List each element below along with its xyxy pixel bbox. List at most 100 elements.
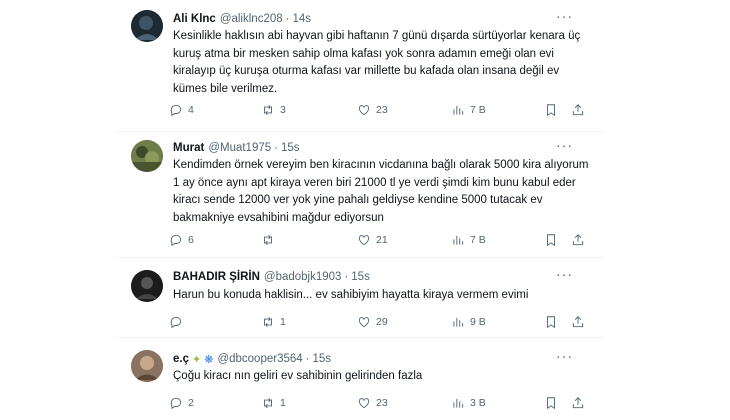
repost-icon	[264, 317, 272, 327]
reply-button[interactable]: 6	[169, 231, 194, 249]
repost-button[interactable]: 3	[261, 101, 286, 119]
share-button[interactable]	[571, 231, 585, 249]
views-icon	[453, 105, 464, 115]
repost-count: 3	[280, 104, 286, 116]
timestamp[interactable]: 15s	[281, 142, 300, 154]
separator: ·	[274, 142, 278, 154]
tweet-feed: Ali Klnc @aliklnc208 · 14s ··· Kesinlikl…	[117, 0, 603, 420]
like-count: 23	[376, 104, 388, 116]
repost-button[interactable]	[261, 231, 280, 249]
reply-count: 6	[188, 234, 194, 246]
user-name[interactable]: e.ç	[173, 353, 189, 365]
bookmark-icon	[547, 397, 555, 410]
like-button[interactable]: 21	[357, 231, 388, 249]
like-button[interactable]: 23	[357, 394, 388, 412]
bookmark-button[interactable]	[544, 394, 558, 412]
tweet-text: Kesinlikle haklısın abi hayvan gibi haft…	[173, 30, 581, 95]
like-count: 21	[376, 234, 388, 246]
timestamp[interactable]: 14s	[292, 13, 311, 25]
views-button[interactable]: 9 B	[451, 313, 486, 331]
tweet-1[interactable]: Ali Klnc @aliklnc208 · 14s ··· Kesinlikl…	[117, 0, 603, 132]
repost-count: 1	[280, 316, 286, 328]
like-count: 29	[376, 316, 388, 328]
user-handle[interactable]: @dbcooper3564	[217, 353, 302, 365]
user-handle[interactable]: @Muat1975	[208, 142, 271, 154]
views-button[interactable]: 3 B	[451, 394, 486, 412]
reply-icon	[170, 397, 182, 410]
tweet-header: e.ç ✦ ❋ @dbcooper3564 · 15s ···	[173, 349, 591, 367]
user-name[interactable]: Murat	[173, 142, 204, 154]
views-count: 7 B	[470, 234, 486, 246]
views-count: 7 B	[470, 104, 486, 116]
reply-button[interactable]: 4	[169, 101, 194, 119]
like-button[interactable]: 23	[357, 101, 388, 119]
tweet-text: Harun bu konuda haklisin... ev sahibiyim…	[173, 289, 529, 301]
tweet-2[interactable]: Murat @Muat1975 · 15s ··· Kendimden örne…	[117, 132, 603, 258]
tweet-header: Ali Klnc @aliklnc208 · 14s ···	[173, 9, 591, 27]
share-icon	[572, 104, 584, 116]
views-count: 9 B	[470, 316, 486, 328]
like-count: 23	[376, 397, 388, 409]
tweet-header: Murat @Muat1975 · 15s ···	[173, 138, 591, 156]
avatar[interactable]	[131, 270, 163, 302]
user-handle[interactable]: @aliklnc208	[220, 13, 283, 25]
views-button[interactable]: 7 B	[451, 231, 486, 249]
avatar[interactable]	[131, 350, 163, 382]
bookmark-button[interactable]	[544, 101, 558, 119]
views-icon	[453, 398, 464, 408]
share-icon	[572, 234, 584, 246]
share-icon	[572, 316, 584, 328]
repost-icon	[264, 398, 272, 408]
share-button[interactable]	[571, 313, 585, 331]
user-name[interactable]: BAHADIR ŞİRİN	[173, 271, 260, 283]
reply-button[interactable]	[169, 313, 188, 331]
reply-count: 2	[188, 397, 194, 409]
user-name[interactable]: Ali Klnc	[173, 13, 216, 25]
tweet-text: Çoğu kiracı nın geliri ev sahibinin geli…	[173, 370, 423, 382]
tweet-text: Kendimden örnek vereyim ben kiracının vi…	[173, 159, 589, 224]
repost-icon	[264, 235, 272, 245]
tweet-3[interactable]: BAHADIR ŞİRİN @badobjk1903 · 15s ··· Har…	[117, 258, 603, 338]
avatar[interactable]	[131, 140, 163, 172]
repost-icon	[264, 105, 272, 115]
reply-icon	[170, 104, 182, 117]
timestamp[interactable]: 15s	[313, 353, 332, 365]
separator: ·	[305, 353, 310, 365]
tweet-actions: 2 1 23 3 B	[169, 394, 589, 412]
bookmark-button[interactable]	[544, 231, 558, 249]
share-icon	[572, 397, 584, 409]
repost-count: 1	[280, 397, 286, 409]
reply-icon	[170, 234, 182, 247]
timestamp[interactable]: 15s	[351, 271, 370, 283]
tweet-4[interactable]: e.ç ✦ ❋ @dbcooper3564 · 15s ··· Çoğu kir…	[117, 338, 603, 420]
more-dots-icon[interactable]: ···	[556, 267, 573, 281]
butterfly-emoji: ❋	[204, 353, 214, 366]
bookmark-icon	[547, 104, 555, 117]
tweet-actions: 4 3 23 7 B	[169, 101, 589, 119]
reply-count: 4	[188, 104, 194, 116]
heart-icon	[358, 235, 370, 246]
tweet-actions: 1 29 9 B	[169, 313, 589, 331]
more-dots-icon[interactable]: ···	[556, 138, 573, 152]
repost-button[interactable]: 1	[261, 313, 286, 331]
separator: ·	[285, 13, 290, 25]
avatar[interactable]	[131, 10, 163, 42]
more-dots-icon[interactable]: ···	[556, 9, 573, 23]
heart-icon	[358, 398, 370, 409]
repost-button[interactable]: 1	[261, 394, 286, 412]
bookmark-button[interactable]	[544, 313, 558, 331]
reply-icon	[170, 316, 182, 329]
share-button[interactable]	[571, 101, 585, 119]
reply-button[interactable]: 2	[169, 394, 194, 412]
like-button[interactable]: 29	[357, 313, 388, 331]
user-handle[interactable]: @badobjk1903	[264, 271, 342, 283]
bookmark-icon	[547, 234, 555, 247]
share-button[interactable]	[571, 394, 585, 412]
more-dots-icon[interactable]: ···	[556, 349, 573, 363]
tweet-actions: 6 21 7 B	[169, 231, 589, 249]
separator: ·	[344, 271, 349, 283]
sparkle-leaf-emoji: ✦	[192, 353, 202, 366]
views-button[interactable]: 7 B	[451, 101, 486, 119]
views-icon	[453, 317, 464, 327]
bookmark-icon	[547, 316, 555, 329]
